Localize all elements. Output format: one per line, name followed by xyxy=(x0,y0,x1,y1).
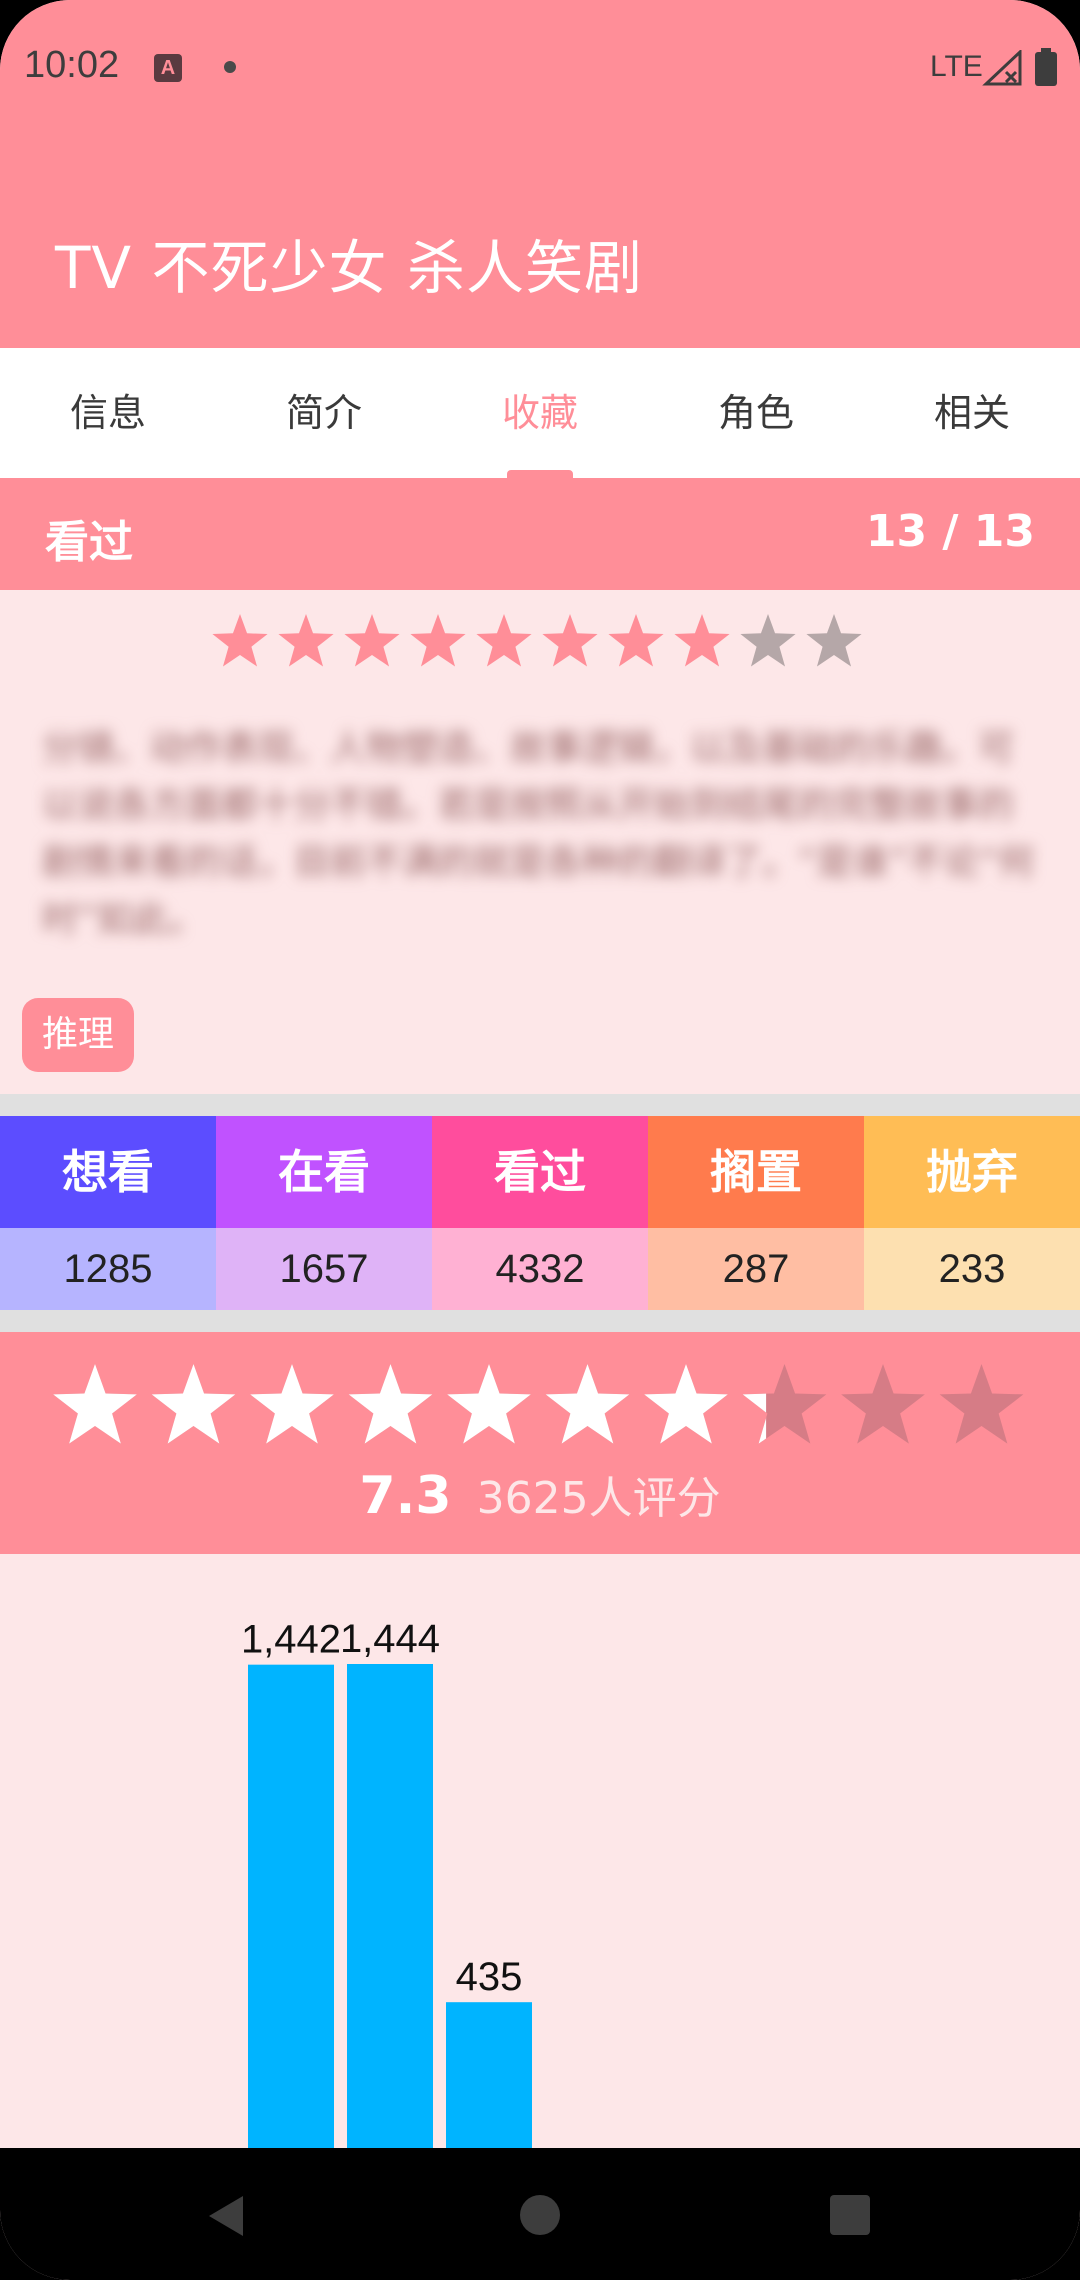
tab-characters[interactable]: 角色 xyxy=(648,348,864,478)
count-label: 想看 xyxy=(0,1116,216,1228)
rating-panel: 7.3 3625人评分 xyxy=(0,1332,1080,1554)
count-column: 在看 1657 xyxy=(216,1116,432,1310)
star-empty-icon xyxy=(939,1364,1024,1444)
star-filled-icon[interactable] xyxy=(210,612,270,672)
count-label: 看过 xyxy=(432,1116,648,1228)
collection-status-bar[interactable]: 看过 13 / 13 xyxy=(0,478,1080,590)
collection-counts: 想看 1285 在看 1657 看过 4332 搁置 287 抛弃 233 xyxy=(0,1116,1080,1310)
rating-score: 7.3 xyxy=(359,1466,452,1526)
home-icon[interactable] xyxy=(520,2195,560,2235)
status-time: 10:02 xyxy=(24,44,120,86)
star-filled-icon[interactable] xyxy=(606,612,666,672)
count-column: 抛弃 233 xyxy=(864,1116,1080,1310)
count-label: 抛弃 xyxy=(864,1116,1080,1228)
count-column: 搁置 287 xyxy=(648,1116,864,1310)
divider xyxy=(0,1094,1080,1116)
collection-status: 看过 xyxy=(45,517,133,568)
star-filled-icon xyxy=(644,1364,728,1444)
tab-summary[interactable]: 简介 xyxy=(216,348,432,478)
star-filled-icon xyxy=(53,1364,137,1444)
count-value: 233 xyxy=(864,1228,1080,1310)
tab-indicator xyxy=(507,470,573,478)
back-icon[interactable] xyxy=(205,2194,245,2238)
count-column: 想看 1285 xyxy=(0,1116,216,1310)
page-title: TV 不死少女 杀人笑剧 xyxy=(55,234,643,302)
divider xyxy=(0,1310,1080,1332)
notification-dot-icon xyxy=(224,61,236,73)
battery-icon xyxy=(1035,48,1057,86)
count-column: 看过 4332 xyxy=(432,1116,648,1310)
tag-chip[interactable]: 推理 xyxy=(22,998,134,1072)
rating-votes: 3625人评分 xyxy=(476,1473,721,1524)
star-filled-icon[interactable] xyxy=(408,612,468,672)
my-comment-text: 分镜、动作表现、人物塑造、故事逻辑，以及基础的乐趣。可以说各方面都十分不错。若是… xyxy=(42,728,1034,940)
star-filled-icon[interactable] xyxy=(672,612,732,672)
star-filled-icon[interactable] xyxy=(342,612,402,672)
navigation-bar xyxy=(0,2148,1080,2280)
star-filled-icon xyxy=(447,1364,531,1444)
recent-apps-icon[interactable] xyxy=(830,2195,870,2235)
status-bar: 10:02 A LTE xyxy=(0,0,1080,136)
star-empty-icon xyxy=(841,1364,925,1444)
chart-bar xyxy=(446,2002,532,2148)
count-value: 4332 xyxy=(432,1228,648,1310)
tab-related[interactable]: 相关 xyxy=(864,348,1080,478)
my-rating-stars[interactable] xyxy=(210,612,870,682)
tab-collection[interactable]: 收藏 xyxy=(432,348,648,478)
count-value: 1285 xyxy=(0,1228,216,1310)
count-label: 搁置 xyxy=(648,1116,864,1228)
signal-icon xyxy=(982,50,1022,86)
average-rating-stars xyxy=(53,1364,1024,1444)
chart-data-label: 435 xyxy=(456,1955,523,1999)
network-type: LTE xyxy=(930,50,983,83)
star-filled-icon xyxy=(545,1364,630,1444)
star-filled-icon[interactable] xyxy=(276,612,336,672)
star-empty-icon[interactable] xyxy=(804,612,864,672)
chart-data-label: 1,444 xyxy=(340,1617,440,1661)
star-filled-icon xyxy=(151,1364,236,1444)
tab-info[interactable]: 信息 xyxy=(0,348,216,478)
count-value: 287 xyxy=(648,1228,864,1310)
rating-summary: 7.3 3625人评分 xyxy=(0,1462,1080,1526)
count-value: 1657 xyxy=(216,1228,432,1310)
app-bar: TV 不死少女 杀人笑剧 xyxy=(0,136,1080,348)
chart-bar xyxy=(248,1664,334,2148)
episode-progress: 13 / 13 xyxy=(865,506,1035,557)
star-filled-icon xyxy=(250,1364,334,1444)
chart-bar xyxy=(347,1664,433,2148)
tab-bar: 信息 简介 收藏 角色 相关 xyxy=(0,348,1080,478)
phone-screen: 10:02 A LTE TV 不死少女 杀人笑剧 信息 简介 收藏 角色 相关 … xyxy=(0,0,1080,2280)
star-filled-icon[interactable] xyxy=(474,612,534,672)
star-empty-icon[interactable] xyxy=(738,612,798,672)
count-label: 在看 xyxy=(216,1116,432,1228)
star-filled-icon[interactable] xyxy=(540,612,600,672)
notification-app-icon: A xyxy=(154,54,182,82)
chart-data-label: 1,442 xyxy=(241,1618,341,1662)
star-filled-icon xyxy=(348,1364,433,1444)
rating-distribution-chart: 1,442 1,444 435 xyxy=(0,1554,1080,2148)
